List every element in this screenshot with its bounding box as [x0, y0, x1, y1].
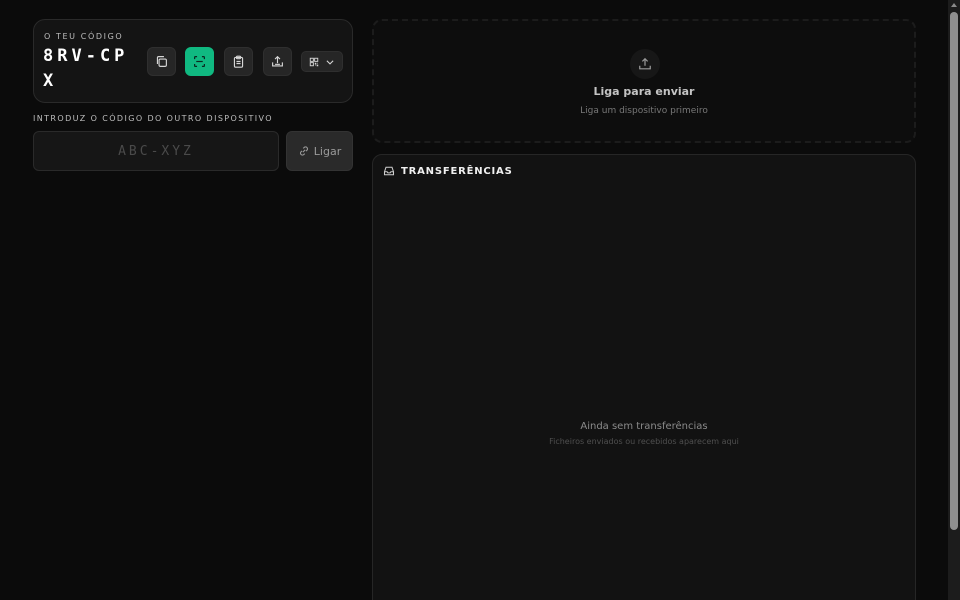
scan-icon: [194, 56, 205, 67]
link-icon: [299, 146, 308, 156]
my-code-card: O TEU CÓDIGO 8RV-CPX: [33, 19, 353, 103]
qr-code-icon: [309, 57, 319, 66]
copy-icon: [156, 56, 167, 67]
scrollbar-thumb[interactable]: [950, 12, 958, 530]
scroll-up-icon[interactable]: [951, 3, 957, 7]
transfers-header: TRANSFERÊNCIAS: [383, 165, 513, 177]
send-zone-subtitle: Liga um dispositivo primeiro: [580, 106, 708, 116]
empty-state-subtitle: Ficheiros enviados ou recebidos aparecem…: [549, 437, 739, 446]
transfers-panel: TRANSFERÊNCIAS Ainda sem transferências …: [372, 154, 916, 600]
empty-state-title: Ainda sem transferências: [580, 421, 708, 432]
share-button[interactable]: [263, 47, 292, 76]
chevron-down-icon: [326, 59, 334, 65]
page-scrollbar[interactable]: [948, 0, 960, 600]
qr-menu-button[interactable]: [301, 51, 343, 72]
send-zone-title: Liga para enviar: [593, 85, 695, 98]
upload-icon: [639, 57, 651, 70]
share-upload-icon: [272, 55, 283, 67]
copy-code-button[interactable]: [147, 47, 176, 76]
my-code-value: 8RV-CPX: [43, 46, 129, 91]
upload-icon-wrapper: [630, 49, 660, 79]
send-drop-zone[interactable]: Liga para enviar Liga um dispositivo pri…: [372, 19, 916, 143]
my-code-label: O TEU CÓDIGO: [44, 32, 124, 41]
inbox-icon: [383, 166, 395, 176]
paste-button[interactable]: [224, 47, 253, 76]
clipboard-icon: [233, 55, 244, 68]
connect-button[interactable]: Ligar: [286, 131, 353, 171]
scan-button[interactable]: [185, 47, 214, 76]
connect-code-label: INTRODUZ O CÓDIGO DO OUTRO DISPOSITIVO: [33, 114, 273, 123]
connect-button-label: Ligar: [313, 144, 342, 158]
peer-code-input[interactable]: [33, 131, 279, 171]
transfers-title: TRANSFERÊNCIAS: [401, 165, 513, 177]
